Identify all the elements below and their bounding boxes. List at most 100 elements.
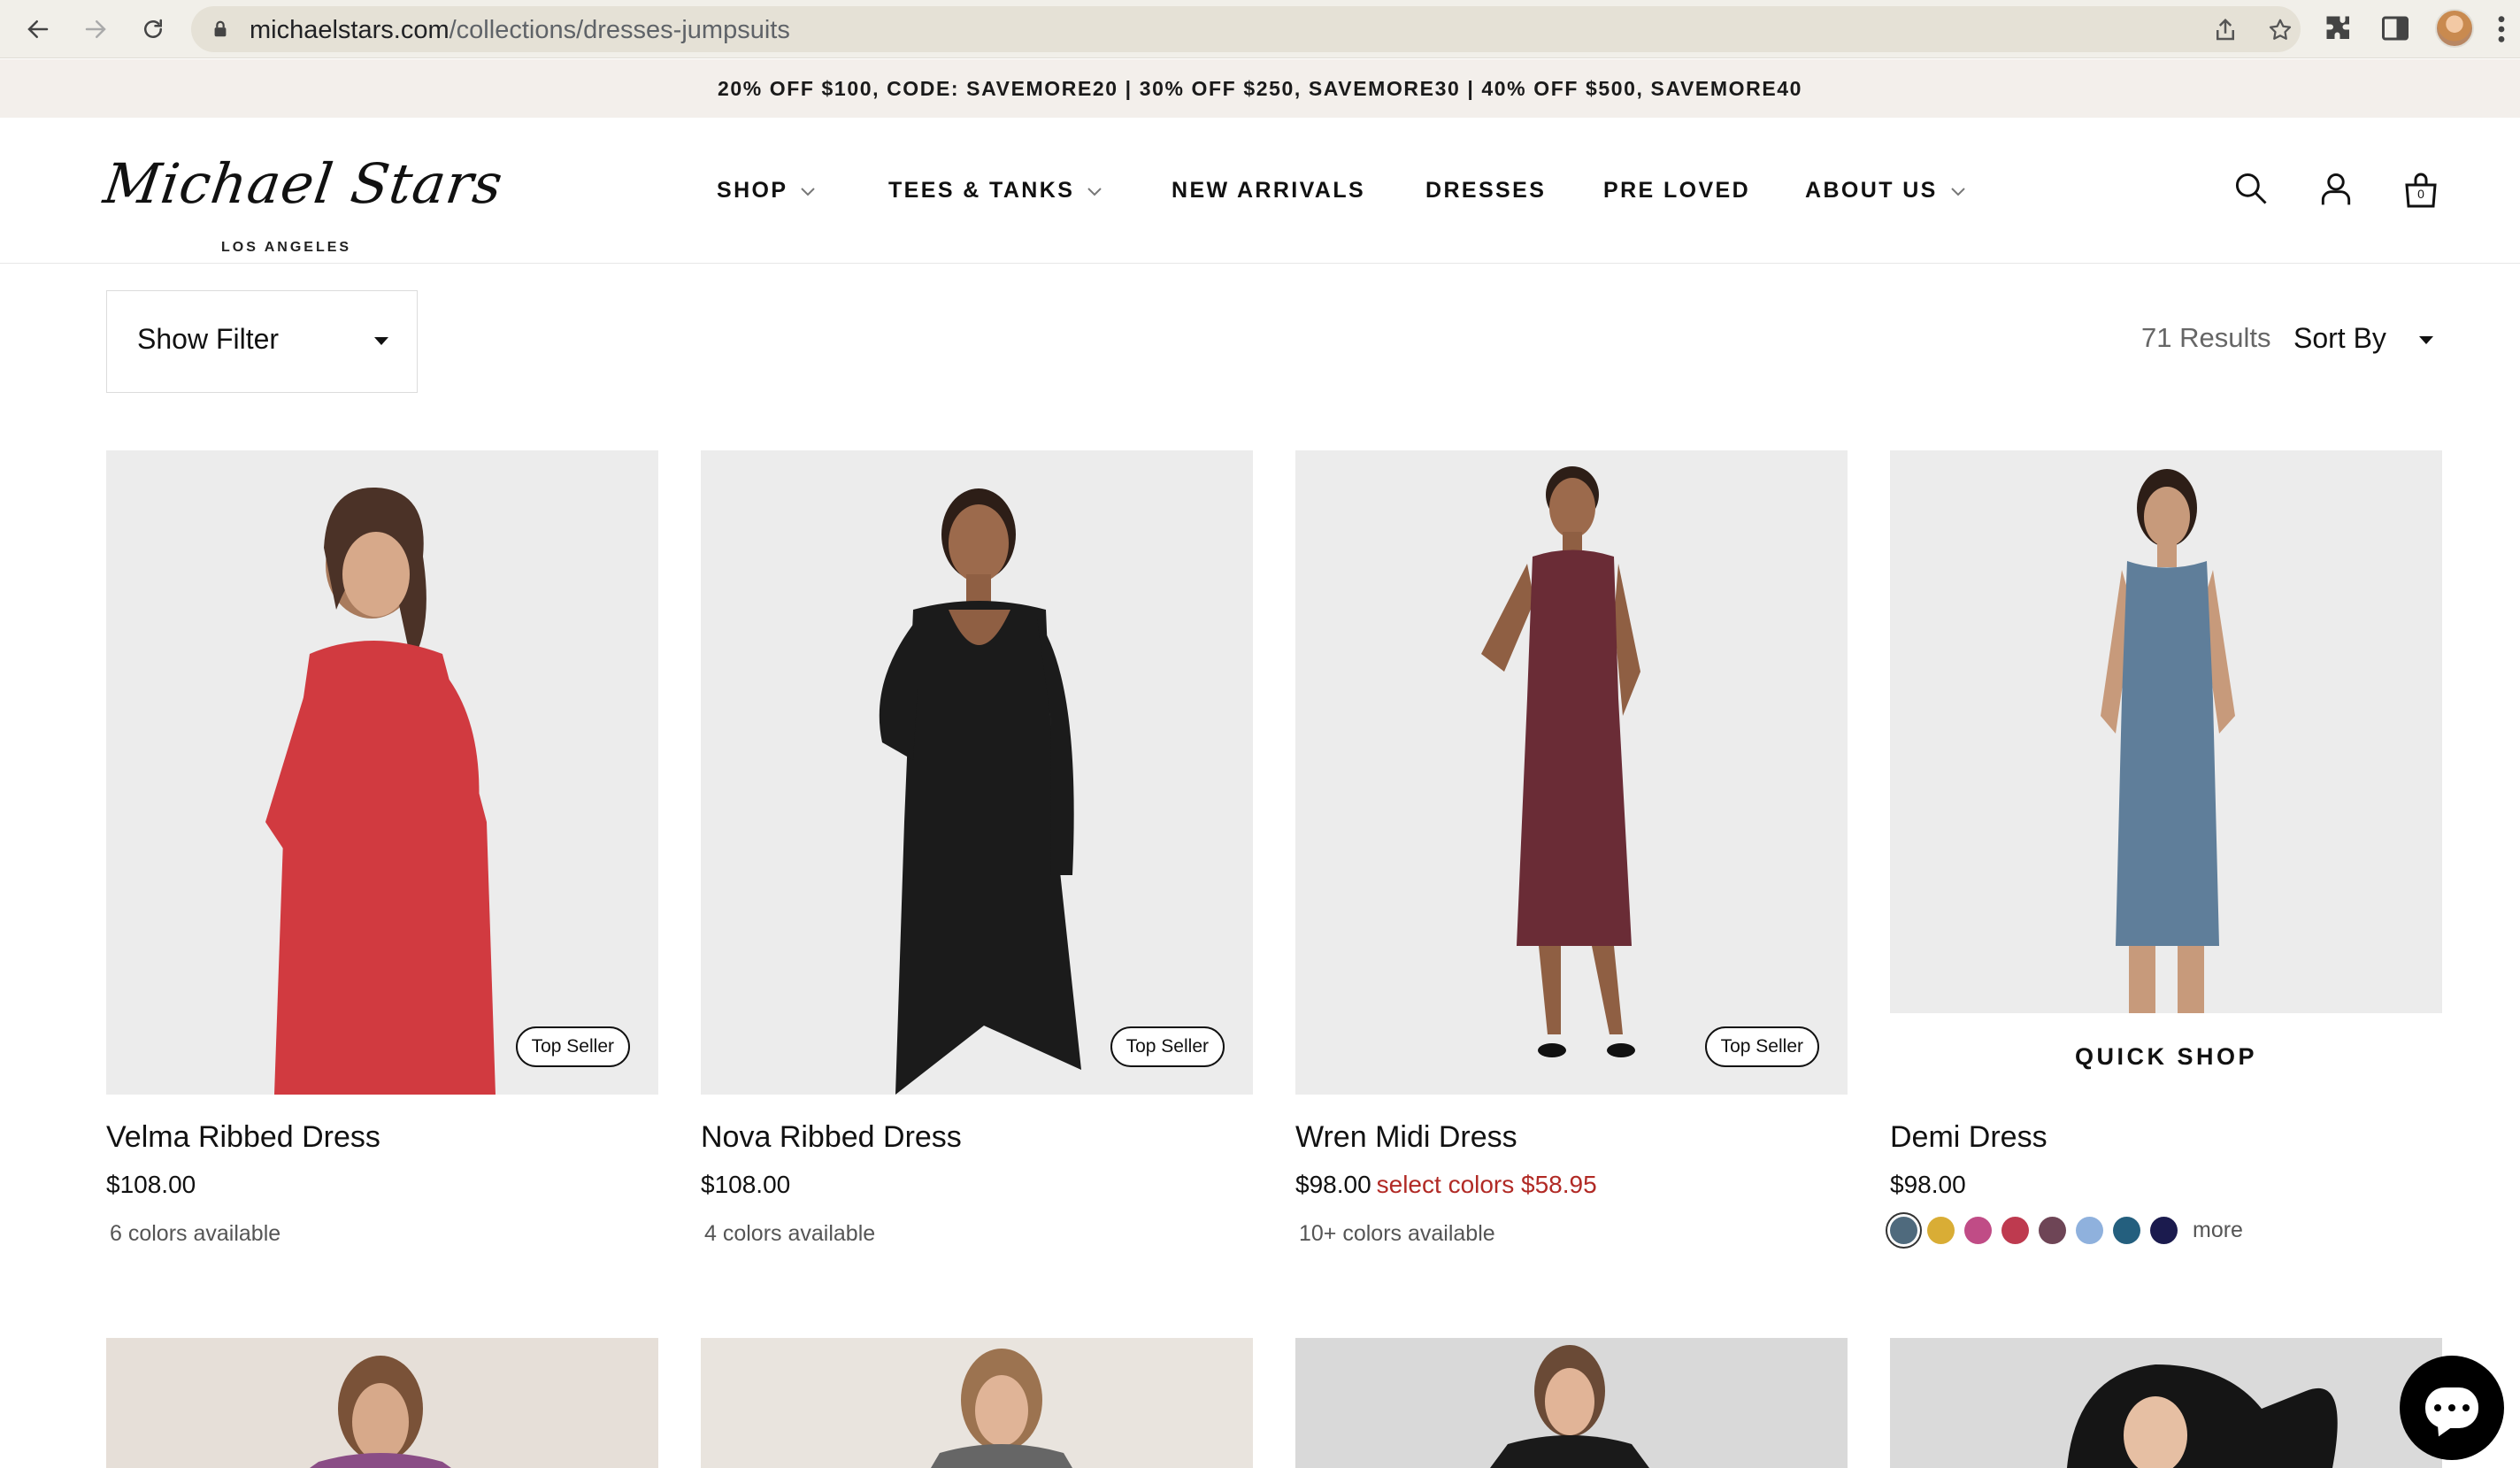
price-regular: $98.00 xyxy=(1890,1171,1966,1198)
color-swatch[interactable] xyxy=(1964,1217,1992,1244)
color-swatches: more xyxy=(1890,1217,2243,1244)
product-image[interactable] xyxy=(1295,1338,1848,1468)
caret-down-icon xyxy=(2419,336,2433,344)
product-card[interactable] xyxy=(1890,1338,2442,1468)
dress-shape xyxy=(2116,561,2219,946)
product-name[interactable]: Demi Dress xyxy=(1890,1120,2048,1155)
nav-item-new-arrivals[interactable]: NEW ARRIVALS xyxy=(1172,178,1365,204)
promo-banner: 20% OFF $100, CODE: SAVEMORE20 | 30% OFF… xyxy=(0,59,2520,118)
logo-subtitle: LOS ANGELES xyxy=(221,240,352,255)
top-seller-badge: Top Seller xyxy=(1704,1026,1819,1067)
product-name[interactable]: Wren Midi Dress xyxy=(1295,1120,1517,1155)
dress-shape xyxy=(310,1453,451,1468)
bookmark-star-icon[interactable] xyxy=(2267,17,2293,43)
nav-item-tees-tanks[interactable]: TEES & TANKS xyxy=(888,178,1102,204)
product-name[interactable]: Nova Ribbed Dress xyxy=(701,1120,962,1155)
chat-icon xyxy=(2425,1387,2478,1428)
product-image[interactable]: Top Seller xyxy=(106,450,658,1095)
brand-logo[interactable]: Michael Stars LOS ANGELES xyxy=(100,151,507,255)
colors-available: 10+ colors available xyxy=(1299,1221,1495,1246)
product-card[interactable] xyxy=(106,1338,658,1468)
product-image[interactable] xyxy=(1890,450,2442,1013)
product-price: $108.00 xyxy=(106,1171,196,1199)
account-icon[interactable] xyxy=(2316,169,2355,208)
product-image[interactable]: Top Seller xyxy=(701,450,1253,1095)
model-figure xyxy=(2101,469,2235,1013)
nav-item-label: ABOUT US xyxy=(1805,178,1938,203)
colors-available: 4 colors available xyxy=(704,1221,876,1246)
chat-button[interactable] xyxy=(2400,1356,2504,1460)
color-swatch[interactable] xyxy=(1927,1217,1955,1244)
product-card[interactable] xyxy=(1295,1338,1848,1468)
price-regular: $98.00 xyxy=(1295,1171,1371,1198)
extensions-puzzle-icon[interactable] xyxy=(2323,12,2355,44)
results-count: 71 Results xyxy=(2141,322,2271,353)
dress-shape xyxy=(1490,1435,1649,1468)
cart-button[interactable]: 0 xyxy=(2400,169,2442,211)
nav-item-label: DRESSES xyxy=(1425,178,1547,203)
share-icon[interactable] xyxy=(2212,17,2239,43)
color-swatch[interactable] xyxy=(2150,1217,2178,1244)
model-figure xyxy=(1481,466,1640,1057)
colors-available: 6 colors available xyxy=(110,1221,281,1246)
model-figure xyxy=(879,488,1081,1095)
more-colors-link[interactable]: more xyxy=(2193,1218,2243,1243)
top-seller-badge: Top Seller xyxy=(515,1026,630,1067)
caret-down-icon xyxy=(374,337,388,345)
product-image[interactable] xyxy=(106,1338,658,1468)
product-card[interactable] xyxy=(701,1338,1253,1468)
product-price: $98.00 select colors $58.95 xyxy=(1295,1171,1597,1199)
url-path: /collections/dresses-jumpsuits xyxy=(449,16,790,44)
nav-item-label: NEW ARRIVALS xyxy=(1172,178,1366,203)
logo-script: Michael Stars xyxy=(99,151,508,216)
dress-sleeve xyxy=(435,663,480,831)
product-name[interactable]: Velma Ribbed Dress xyxy=(106,1120,380,1155)
address-bar[interactable]: michaelstars.com/collections/dresses-jum… xyxy=(191,6,2301,52)
back-arrow-icon xyxy=(27,20,49,38)
dress-sleeve xyxy=(879,619,918,760)
product-image[interactable] xyxy=(1890,1338,2442,1468)
price-regular: $108.00 xyxy=(701,1171,791,1198)
browser-toolbar: michaelstars.com/collections/dresses-jum… xyxy=(0,0,2520,58)
search-icon[interactable] xyxy=(2232,169,2270,208)
color-swatch[interactable] xyxy=(2039,1217,2066,1244)
url-domain: michaelstars.com xyxy=(250,16,449,44)
dress-shape xyxy=(931,1444,1072,1468)
sort-by-dropdown[interactable]: Sort By xyxy=(2293,322,2433,355)
quick-shop-button[interactable]: QUICK SHOP xyxy=(1890,1043,2442,1071)
browser-menu-icon[interactable] xyxy=(2497,14,2506,44)
lock-icon xyxy=(214,20,227,37)
promo-text: 20% OFF $100, CODE: SAVEMORE20 | 30% OFF… xyxy=(717,76,1803,100)
reload-button[interactable] xyxy=(134,11,172,48)
side-panel-icon[interactable] xyxy=(2379,12,2411,44)
product-image[interactable] xyxy=(701,1338,1253,1468)
chevron-down-icon xyxy=(1951,187,1965,196)
model-figure xyxy=(265,487,496,1095)
forward-button[interactable] xyxy=(77,11,114,48)
reload-icon xyxy=(144,19,162,38)
dress-shape xyxy=(2067,1364,2338,1468)
color-swatch[interactable] xyxy=(2113,1217,2140,1244)
show-filter-label: Show Filter xyxy=(137,323,280,355)
nav-item-about-us[interactable]: ABOUT US xyxy=(1805,178,1966,204)
nav-item-dresses[interactable]: DRESSES xyxy=(1425,178,1546,204)
show-filter-button[interactable]: Show Filter xyxy=(106,290,418,393)
nav-item-shop[interactable]: SHOP xyxy=(717,178,816,204)
dress-shape xyxy=(1517,550,1632,946)
product-price: $98.00 xyxy=(1890,1171,1966,1199)
top-seller-badge: Top Seller xyxy=(1110,1026,1225,1067)
color-swatch[interactable] xyxy=(1890,1217,1917,1244)
nav-item-label: PRE LOVED xyxy=(1603,178,1751,203)
profile-avatar[interactable] xyxy=(2435,9,2474,48)
color-swatch[interactable] xyxy=(2001,1217,2029,1244)
product-price: $108.00 xyxy=(701,1171,790,1199)
product-image[interactable]: Top Seller xyxy=(1295,450,1848,1095)
nav-item-pre-loved[interactable]: PRE LOVED xyxy=(1603,178,1750,204)
forward-arrow-icon xyxy=(85,20,106,38)
price-regular: $108.00 xyxy=(106,1171,196,1198)
back-button[interactable] xyxy=(19,11,57,48)
price-sale: select colors $58.95 xyxy=(1376,1171,1597,1198)
chevron-down-icon xyxy=(801,187,816,196)
chevron-down-icon xyxy=(1087,187,1102,196)
color-swatch[interactable] xyxy=(2076,1217,2103,1244)
